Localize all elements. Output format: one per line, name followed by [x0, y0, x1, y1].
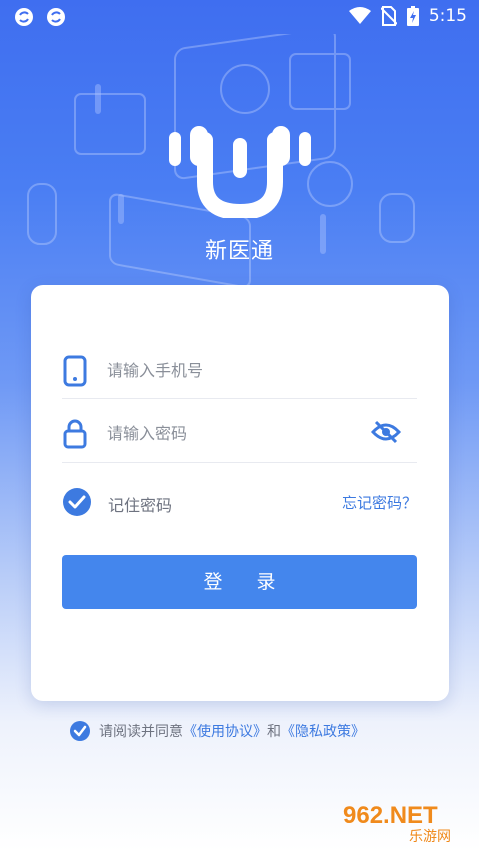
battery-charging-icon	[406, 6, 419, 26]
watermark-logo: 962.NET 乐游网	[343, 802, 451, 845]
remember-checkbox-icon[interactable]	[62, 487, 92, 517]
phone-input[interactable]: 请输入手机号	[107, 357, 203, 381]
app-name: 新医通	[204, 239, 274, 264]
divider	[62, 398, 417, 399]
login-button[interactable]: 登录	[62, 555, 417, 609]
phone-icon	[63, 355, 87, 387]
agreement-row: 请阅读并同意 《使用协议》 和 《隐私政策》	[69, 720, 365, 742]
watermark-text: 962.NET	[343, 802, 438, 829]
lock-icon	[63, 419, 87, 449]
privacy-link[interactable]: 《隐私政策》	[281, 721, 365, 741]
status-time: 5:15	[428, 6, 467, 26]
status-bar: 5:15	[0, 0, 479, 34]
sync-icon	[15, 8, 33, 26]
app-logo	[169, 126, 311, 218]
password-field[interactable]: 请输入密码	[62, 400, 417, 462]
watermark-sub: 乐游网	[409, 829, 451, 845]
password-input[interactable]: 请输入密码	[107, 420, 187, 444]
agree-checkbox-icon[interactable]	[69, 720, 91, 742]
sync-icon	[47, 8, 65, 26]
forgot-password-link[interactable]: 忘记密码？	[342, 492, 417, 513]
phone-field[interactable]: 请输入手机号	[62, 337, 417, 399]
terms-link[interactable]: 《使用协议》	[183, 721, 267, 741]
divider	[62, 462, 417, 463]
remember-password-label[interactable]: 记住密码	[108, 492, 172, 516]
agreement-prefix: 请阅读并同意	[99, 724, 183, 740]
eye-off-icon[interactable]	[371, 420, 401, 444]
agreement-and: 和	[267, 724, 281, 740]
no-sim-icon	[380, 6, 397, 26]
login-card: 请输入手机号 请输入密码 记住密码 忘记密码？ 登录	[31, 285, 449, 701]
wifi-icon	[348, 7, 371, 24]
